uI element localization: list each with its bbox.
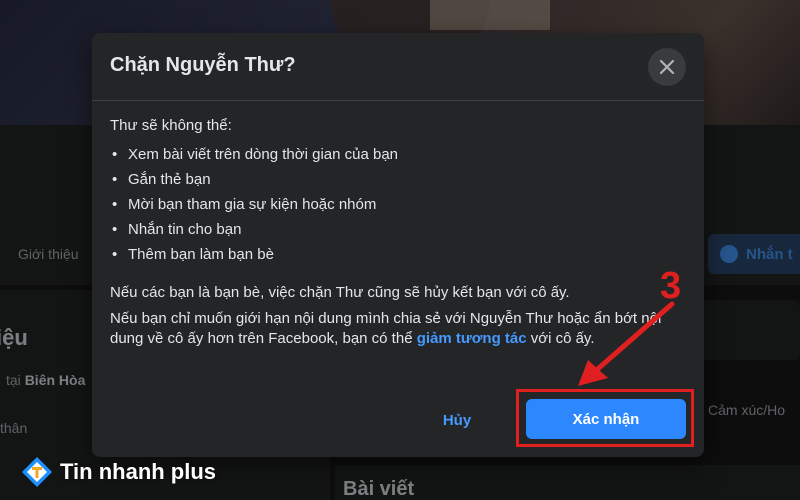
- list-item: Gắn thẻ bạn: [110, 167, 690, 192]
- dialog-title: Chặn Nguyễn Thư?: [110, 54, 296, 76]
- cancel-button[interactable]: Hủy: [422, 405, 492, 435]
- restriction-list: Xem bài viết trên dòng thời gian của bạn…: [110, 142, 690, 267]
- close-button[interactable]: [648, 48, 686, 86]
- watermark: Tin nhanh plus: [20, 455, 216, 489]
- watermark-text: Tin nhanh plus: [60, 459, 217, 484]
- reduce-interaction-link[interactable]: giảm tương tác: [417, 330, 527, 347]
- close-icon: [659, 59, 675, 75]
- pointer-arrow-icon: [578, 301, 675, 386]
- dialog-lead: Thư sẽ không thể:: [110, 117, 232, 134]
- tin-nhanh-plus-logo-icon: [22, 457, 52, 487]
- dialog-divider: [92, 100, 704, 101]
- list-item: Mời bạn tham gia sự kiện hoặc nhóm: [110, 192, 690, 217]
- list-item: Xem bài viết trên dòng thời gian của bạn: [110, 142, 690, 167]
- highlight-box: [516, 389, 694, 447]
- list-item: Thêm bạn làm bạn bè: [110, 242, 690, 267]
- list-item: Nhắn tin cho bạn: [110, 217, 690, 242]
